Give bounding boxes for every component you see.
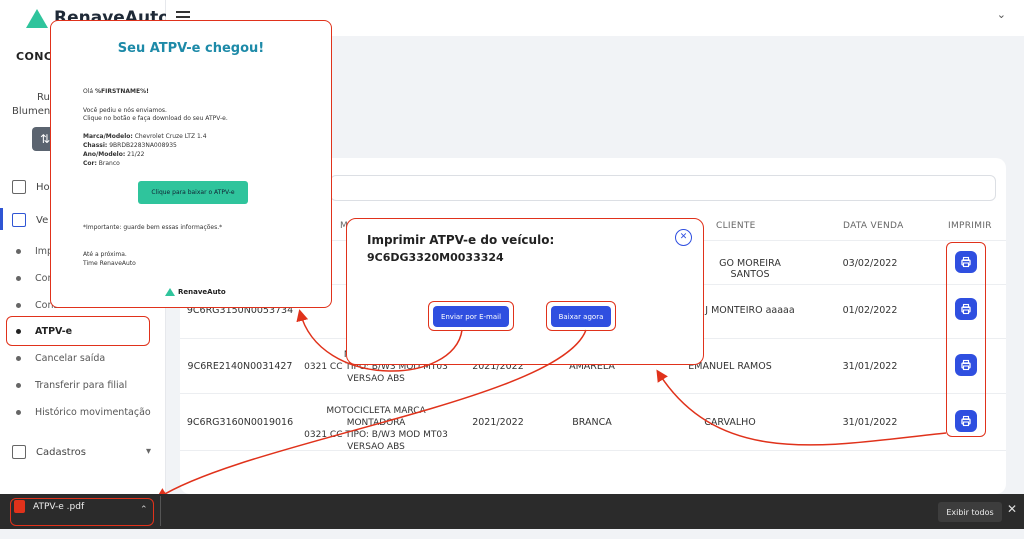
col-header-data-venda: DATA VENDA: [843, 221, 904, 231]
cell-ano: 2021/2022: [472, 417, 524, 428]
cor-label: Cor:: [83, 160, 97, 167]
chassi-label: Chassi:: [83, 142, 108, 149]
sub-item-label: Transferir para filial: [35, 380, 128, 391]
cell-modelo: MOTOCICLETA MARCA MONTADORA 0321 CC TIPO…: [304, 406, 448, 452]
email-logo: RenaveAuto: [165, 288, 226, 296]
home-icon: [12, 180, 26, 194]
email-chassi: Chassi: 9BRDB2283NA008935: [83, 142, 177, 149]
cell-data: 03/02/2022: [842, 258, 898, 269]
cell-cliente: CARVALHO: [704, 417, 756, 428]
bullet-icon: [16, 303, 21, 308]
cell-chassi: 9C6RG3160N0019016: [186, 417, 294, 428]
ano-value: 21/22: [125, 151, 145, 158]
print-modal: Imprimir ATPV-e do veículo: 9C6DG3320M00…: [346, 218, 704, 365]
email-line2: Clique no botão e faça download do seu A…: [83, 115, 228, 122]
database-icon: [12, 445, 26, 459]
logo-icon: [26, 8, 48, 28]
greeting-name: %FIRSTNAME%!: [94, 88, 149, 95]
sub-item-transferir[interactable]: Transferir para filial: [16, 380, 127, 391]
sidebar-item-label: Ve: [36, 214, 49, 226]
highlight-atpv-e: [6, 316, 150, 346]
row-divider: [180, 393, 1006, 394]
email-bye2: Time RenaveAuto: [83, 260, 136, 267]
sidebar-item-vendas[interactable]: Ve: [12, 213, 48, 227]
greeting-prefix: Olá: [83, 88, 95, 95]
email-important: *Importante: guarde bem essas informaçõe…: [83, 224, 223, 231]
email-bye1: Até a próxima.: [83, 251, 127, 258]
cell-cliente: J MONTEIRO aaaaa: [705, 305, 795, 316]
cell-data: 31/01/2022: [842, 361, 898, 372]
download-bar: ATPV-e .pdf ⌃ Exibir todos ✕: [0, 494, 1024, 529]
highlight-email-button: [428, 301, 514, 331]
close-icon[interactable]: ✕: [675, 229, 692, 246]
marca-label: Marca/Modelo:: [83, 133, 133, 140]
col-header-imprimir: IMPRIMIR: [948, 221, 992, 231]
cart-icon: [12, 213, 26, 227]
email-preview: Seu ATPV-e chegou! Olá %FIRSTNAME%! Você…: [50, 20, 332, 308]
cor-value: Branco: [96, 160, 120, 167]
email-greeting: Olá %FIRSTNAME%!: [83, 88, 149, 95]
bullet-icon: [16, 383, 21, 388]
logo-icon: [165, 288, 175, 296]
highlight-print-column: [946, 242, 986, 437]
sub-item-imprimir[interactable]: Imp: [16, 246, 53, 257]
sub-item-historico[interactable]: Histórico movimentação: [16, 407, 151, 418]
cell-cor: BRANCA: [572, 417, 612, 428]
cell-cliente: GO MOREIRA SANTOS: [719, 258, 781, 280]
chevron-down-icon[interactable]: ⌄: [997, 8, 1006, 21]
highlight-download-item: [10, 498, 154, 526]
email-title: Seu ATPV-e chegou!: [117, 41, 265, 56]
bullet-icon: [16, 410, 21, 415]
sub-item-label: Cancelar saída: [35, 353, 106, 364]
highlight-download-button: [546, 301, 616, 331]
ano-label: Ano/Modelo:: [83, 151, 126, 158]
sidebar-item-cadastros[interactable]: Cadastros: [12, 445, 86, 459]
col-header-cliente: CLIENTE: [716, 221, 756, 231]
email-logo-text: RenaveAuto: [178, 288, 226, 296]
show-all-button[interactable]: Exibir todos: [938, 502, 1002, 522]
bullet-icon: [16, 356, 21, 361]
marca-value: Chevrolet Cruze LTZ 1.4: [132, 133, 207, 140]
chevron-down-icon[interactable]: ▾: [146, 446, 151, 457]
modal-title: Imprimir ATPV-e do veículo:: [367, 233, 555, 247]
bullet-icon: [16, 276, 21, 281]
bullet-icon: [16, 249, 21, 254]
user-name: Ru: [37, 92, 50, 103]
sidebar-item-label: Cadastros: [36, 446, 86, 458]
email-marca: Marca/Modelo: Chevrolet Cruze LTZ 1.4: [83, 133, 207, 140]
active-indicator: [0, 208, 3, 230]
divider: [160, 496, 161, 526]
cell-data: 31/01/2022: [842, 417, 898, 428]
close-icon[interactable]: ✕: [1007, 502, 1017, 516]
sub-item-cancelar-saida[interactable]: Cancelar saída: [16, 353, 105, 364]
chassi-value: 9BRDB2283NA008935: [107, 142, 177, 149]
search-input[interactable]: [330, 175, 996, 201]
email-line1: Você pediu e nós enviamos.: [83, 107, 167, 114]
sub-item-label: Histórico movimentação: [35, 407, 151, 418]
modal-vin: 9C6DG3320M0033324: [367, 251, 504, 264]
email-ano: Ano/Modelo: 21/22: [83, 151, 144, 158]
cell-data: 01/02/2022: [842, 305, 898, 316]
email-download-button[interactable]: Clique para baixar o ATPV-e: [138, 181, 248, 204]
cell-chassi: 9C6RE2140N0031427: [187, 361, 293, 372]
email-cor: Cor: Branco: [83, 160, 120, 167]
